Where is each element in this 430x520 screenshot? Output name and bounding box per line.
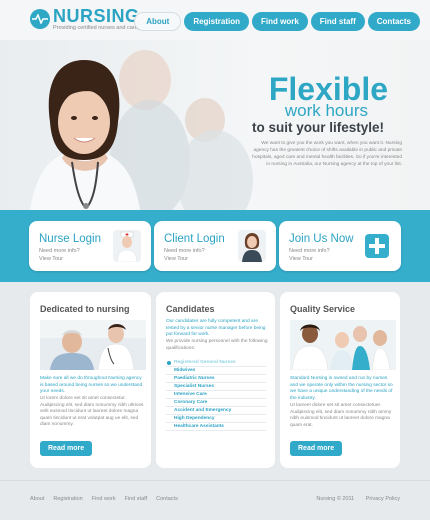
hero-tagline: to suit your lifestyle! xyxy=(251,120,384,135)
card-title[interactable]: Nurse Login xyxy=(39,233,101,246)
panel-intro: Standard Nursing is owned and run by nur… xyxy=(290,376,393,401)
card-title[interactable]: Join Us Now xyxy=(289,233,354,246)
view-tour-link[interactable]: View Tour xyxy=(289,256,313,263)
footer-link-find-work[interactable]: Find work xyxy=(92,496,116,502)
qualifications-list: Registered General Nurses Midwives Paedi… xyxy=(166,359,266,431)
view-tour-link[interactable]: View Tour xyxy=(164,256,188,263)
quality-panel: Quality Service Standard Nursing is owne… xyxy=(280,292,400,468)
nav-find-work[interactable]: Find work xyxy=(251,12,308,31)
list-item[interactable]: Intensive Care xyxy=(166,391,266,399)
footer-link-find-staff[interactable]: Find staff xyxy=(125,496,148,502)
card-subtitle: Need more info? xyxy=(164,248,205,254)
hero-subheadline: work hours xyxy=(284,101,368,120)
panel-intro: Our candidates are fully competent and a… xyxy=(166,319,266,337)
footer-meta: Nursing © 2011 Privacy Policy xyxy=(306,496,400,502)
panel-body: Ut lorem dolore set sit amet consectetur… xyxy=(40,396,144,427)
panel-title: Quality Service xyxy=(290,304,356,314)
footer-nav: About Registration Find work Find staff … xyxy=(30,496,178,502)
list-item[interactable]: Specialist Nurses xyxy=(166,383,266,391)
list-item[interactable]: Registered General Nurses xyxy=(166,359,266,367)
candidates-panel: Candidates Our candidates are fully comp… xyxy=(156,292,275,468)
list-item[interactable]: Accident and Emergency xyxy=(166,407,266,415)
card-subtitle: Need more info? xyxy=(39,248,80,254)
site-header: NURSING Providing certified nurses and c… xyxy=(0,0,430,40)
heartbeat-logo-icon[interactable] xyxy=(30,9,50,29)
list-item[interactable]: High Dependency xyxy=(166,415,266,423)
doctor-patient-photo xyxy=(40,320,146,370)
hero-banner: Flexible work hours to suit your lifesty… xyxy=(0,40,430,210)
view-tour-link[interactable]: View Tour xyxy=(39,256,63,263)
hero-description: We want to give you the work you want, w… xyxy=(252,141,402,167)
nav-registration[interactable]: Registration xyxy=(184,12,249,31)
site-footer: About Registration Find work Find staff … xyxy=(0,480,430,520)
footer-link-about[interactable]: About xyxy=(30,496,44,502)
dedicated-panel: Dedicated to nursing Make sure all we do… xyxy=(30,292,151,468)
card-subtitle: Need more info? xyxy=(289,248,330,254)
client-avatar-icon xyxy=(238,230,266,262)
footer-link-contacts[interactable]: Contacts xyxy=(156,496,178,502)
plus-icon[interactable] xyxy=(363,230,391,262)
panel-title: Candidates xyxy=(166,304,215,314)
nav-contacts[interactable]: Contacts xyxy=(367,12,420,31)
read-more-button[interactable]: Read more xyxy=(40,441,93,456)
main-nav: About Registration Find work Find staff … xyxy=(134,12,420,31)
nurse-avatar-icon xyxy=(113,230,141,262)
copyright: Nursing © 2011 xyxy=(316,496,355,502)
logo-title[interactable]: NURSING xyxy=(53,7,140,25)
card-title[interactable]: Client Login xyxy=(164,233,225,246)
read-more-button[interactable]: Read more xyxy=(290,441,343,456)
list-item[interactable]: Coronary Care xyxy=(166,399,266,407)
nav-about[interactable]: About xyxy=(134,12,182,31)
nav-find-staff[interactable]: Find staff xyxy=(310,12,365,31)
privacy-policy-link[interactable]: Privacy Policy xyxy=(366,496,400,502)
list-item[interactable]: Midwives xyxy=(166,367,266,375)
panel-intro: Make sure all we do throughout Nursing a… xyxy=(40,376,143,394)
panel-body: Ut laoreet dolore set sit amet consectet… xyxy=(290,403,392,428)
client-login-card[interactable]: Client Login Need more info? View Tour xyxy=(154,221,276,271)
list-item[interactable]: Paediatric Nurses xyxy=(166,375,266,383)
nurse-login-card[interactable]: Nurse Login Need more info? View Tour xyxy=(29,221,151,271)
footer-link-registration[interactable]: Registration xyxy=(53,496,82,502)
medical-team-photo xyxy=(290,320,396,370)
join-us-card[interactable]: Join Us Now Need more info? View Tour xyxy=(279,221,401,271)
panel-title: Dedicated to nursing xyxy=(40,304,130,314)
panel-body: We provide nursing personnel with the fo… xyxy=(166,339,268,351)
list-item[interactable]: Healthcare Assistants xyxy=(166,423,266,431)
